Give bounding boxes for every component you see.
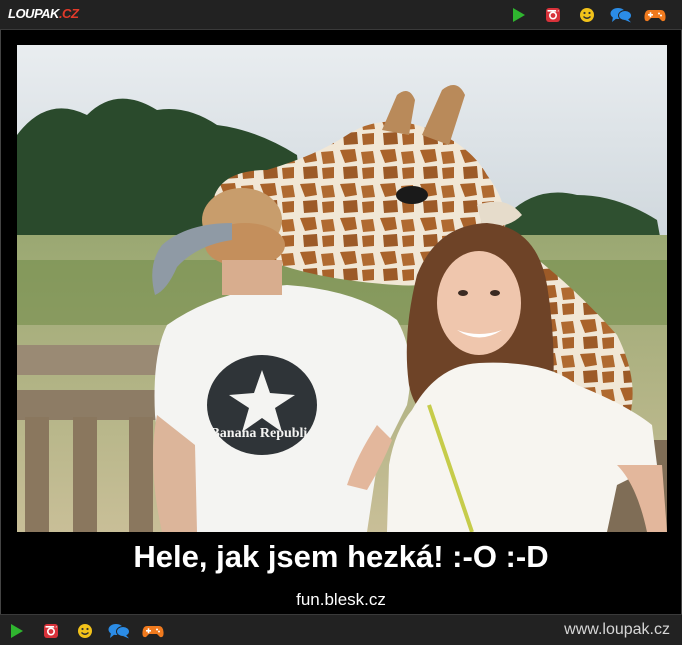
smiley-icon[interactable]	[68, 621, 102, 641]
play-icon[interactable]	[502, 5, 536, 25]
post-photo[interactable]: Banana Republic	[17, 45, 667, 532]
smiley-icon[interactable]	[570, 5, 604, 25]
post-caption: Hele, jak jsem hezká! :-O :-D	[133, 539, 549, 574]
play-icon[interactable]	[0, 621, 34, 641]
post-frame: Banana Republic Hele, jak jsem hezká! :-…	[0, 30, 682, 614]
instagram-icon[interactable]	[536, 5, 570, 25]
logo-tld: .CZ	[58, 6, 79, 21]
shirt-text: Banana Republic	[210, 426, 313, 441]
bottom-icon-bar	[0, 621, 170, 641]
post-source[interactable]: fun.blesk.cz	[1, 590, 681, 610]
bottom-bar: www.loupak.cz	[0, 614, 682, 645]
chat-icon[interactable]	[102, 621, 136, 641]
giraffe-photo-illustration: Banana Republic	[17, 45, 667, 532]
top-icon-bar	[502, 5, 672, 25]
site-url[interactable]: www.loupak.cz	[564, 621, 670, 639]
logo-main: LOUPAK	[8, 6, 59, 21]
instagram-icon[interactable]	[34, 621, 68, 641]
top-bar: LOUPAK.CZ	[0, 0, 682, 30]
loupak-logo[interactable]: LOUPAK.CZ	[8, 6, 79, 21]
chat-icon[interactable]	[604, 5, 638, 25]
gamepad-icon[interactable]	[136, 621, 170, 641]
gamepad-icon[interactable]	[638, 5, 672, 25]
